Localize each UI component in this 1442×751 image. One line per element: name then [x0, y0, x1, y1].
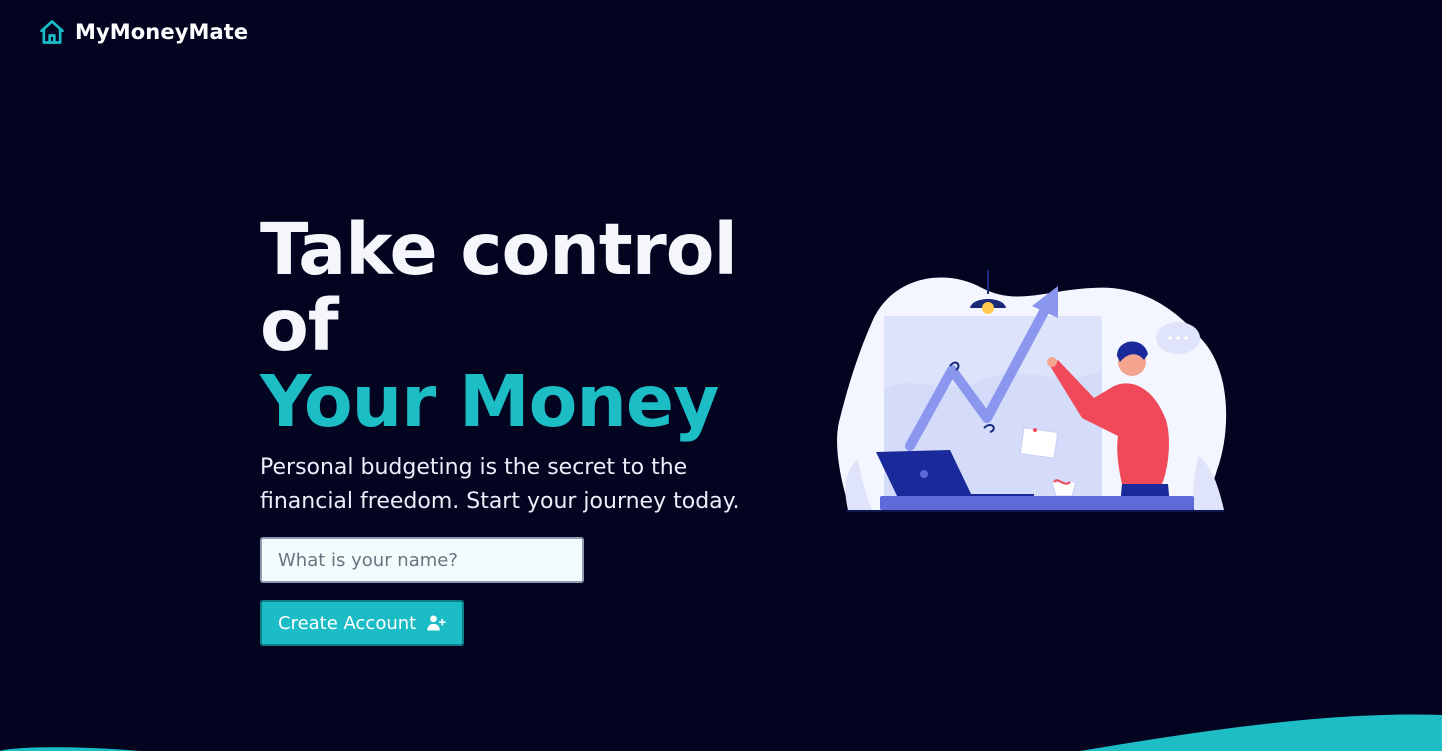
- hero-section: Take control of Your Money Personal budg…: [260, 212, 800, 646]
- create-account-button[interactable]: Create Account: [260, 600, 465, 646]
- hero-headline: Take control of Your Money: [260, 212, 800, 440]
- brand-name: MyMoneyMate: [75, 20, 249, 44]
- create-account-label: Create Account: [278, 612, 417, 634]
- budget-growth-illustration: [837, 270, 1227, 512]
- signup-form: Create Account: [260, 537, 800, 646]
- desk: [880, 496, 1194, 510]
- brand-home-link[interactable]: MyMoneyMate: [38, 18, 248, 46]
- headline-line-1: Take control of: [260, 208, 738, 367]
- user-plus-icon: [427, 615, 446, 631]
- person-hand: [1047, 357, 1057, 367]
- home-icon: [40, 20, 64, 44]
- bottom-wave: [0, 714, 1442, 751]
- name-input[interactable]: [260, 537, 584, 583]
- lamp-bulb: [982, 302, 994, 314]
- headline-line-2: Your Money: [260, 360, 719, 443]
- hero-tagline: Personal budgeting is the secret to the …: [260, 455, 740, 514]
- sticky-note: [1019, 427, 1059, 459]
- landing-page: MyMoneyMate Take control of Your Money P…: [0, 0, 1442, 751]
